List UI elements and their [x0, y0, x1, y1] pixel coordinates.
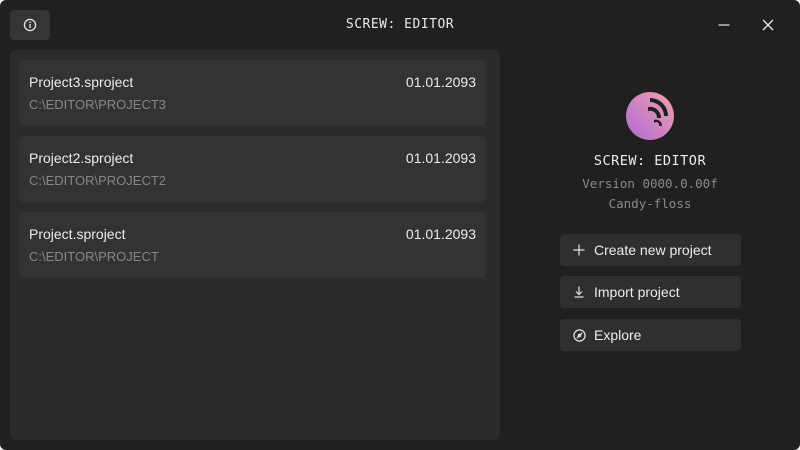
create-project-label: Create new project	[594, 242, 712, 258]
project-name: Project3.sproject	[29, 74, 134, 90]
project-date: 01.01.2093	[405, 226, 476, 242]
project-item[interactable]: Project.sproject 01.01.2093 C:\EDITOR\PR…	[19, 212, 486, 278]
app-window: SCREW: EDITOR Project3.sproject 01.01.20…	[0, 0, 800, 450]
project-date: 01.01.2093	[405, 150, 476, 166]
minimize-icon	[718, 24, 730, 26]
project-path: C:\EDITOR\PROJECT	[29, 249, 159, 264]
project-path: C:\EDITOR\PROJECT3	[29, 97, 167, 112]
close-button[interactable]	[748, 10, 788, 40]
project-name: Project2.sproject	[29, 150, 134, 166]
project-item[interactable]: Project2.sproject 01.01.2093 C:\EDITOR\P…	[19, 136, 486, 202]
download-icon	[572, 285, 586, 299]
window-title: SCREW: EDITOR	[345, 17, 455, 32]
project-path: C:\EDITOR\PROJECT2	[29, 173, 167, 188]
app-logo-icon	[626, 92, 674, 140]
app-name: SCREW: EDITOR	[593, 153, 707, 169]
import-project-button[interactable]: Import project	[560, 276, 741, 308]
recent-projects-panel: Project3.sproject 01.01.2093 C:\EDITOR\P…	[10, 50, 500, 440]
compass-icon	[572, 328, 586, 342]
minimize-button[interactable]	[704, 10, 744, 40]
app-version: Version 0000.0.00f	[582, 176, 718, 191]
plus-icon	[572, 243, 586, 257]
project-name: Project.sproject	[29, 226, 126, 242]
explore-button[interactable]: Explore	[560, 319, 741, 351]
project-item[interactable]: Project3.sproject 01.01.2093 C:\EDITOR\P…	[19, 60, 486, 126]
explore-label: Explore	[594, 327, 642, 343]
close-icon	[762, 19, 774, 31]
app-codename: Candy-floss	[608, 196, 692, 211]
project-date: 01.01.2093	[405, 74, 476, 90]
import-project-label: Import project	[594, 284, 680, 300]
title-bar: SCREW: EDITOR	[0, 0, 800, 48]
create-project-button[interactable]: Create new project	[560, 234, 741, 266]
